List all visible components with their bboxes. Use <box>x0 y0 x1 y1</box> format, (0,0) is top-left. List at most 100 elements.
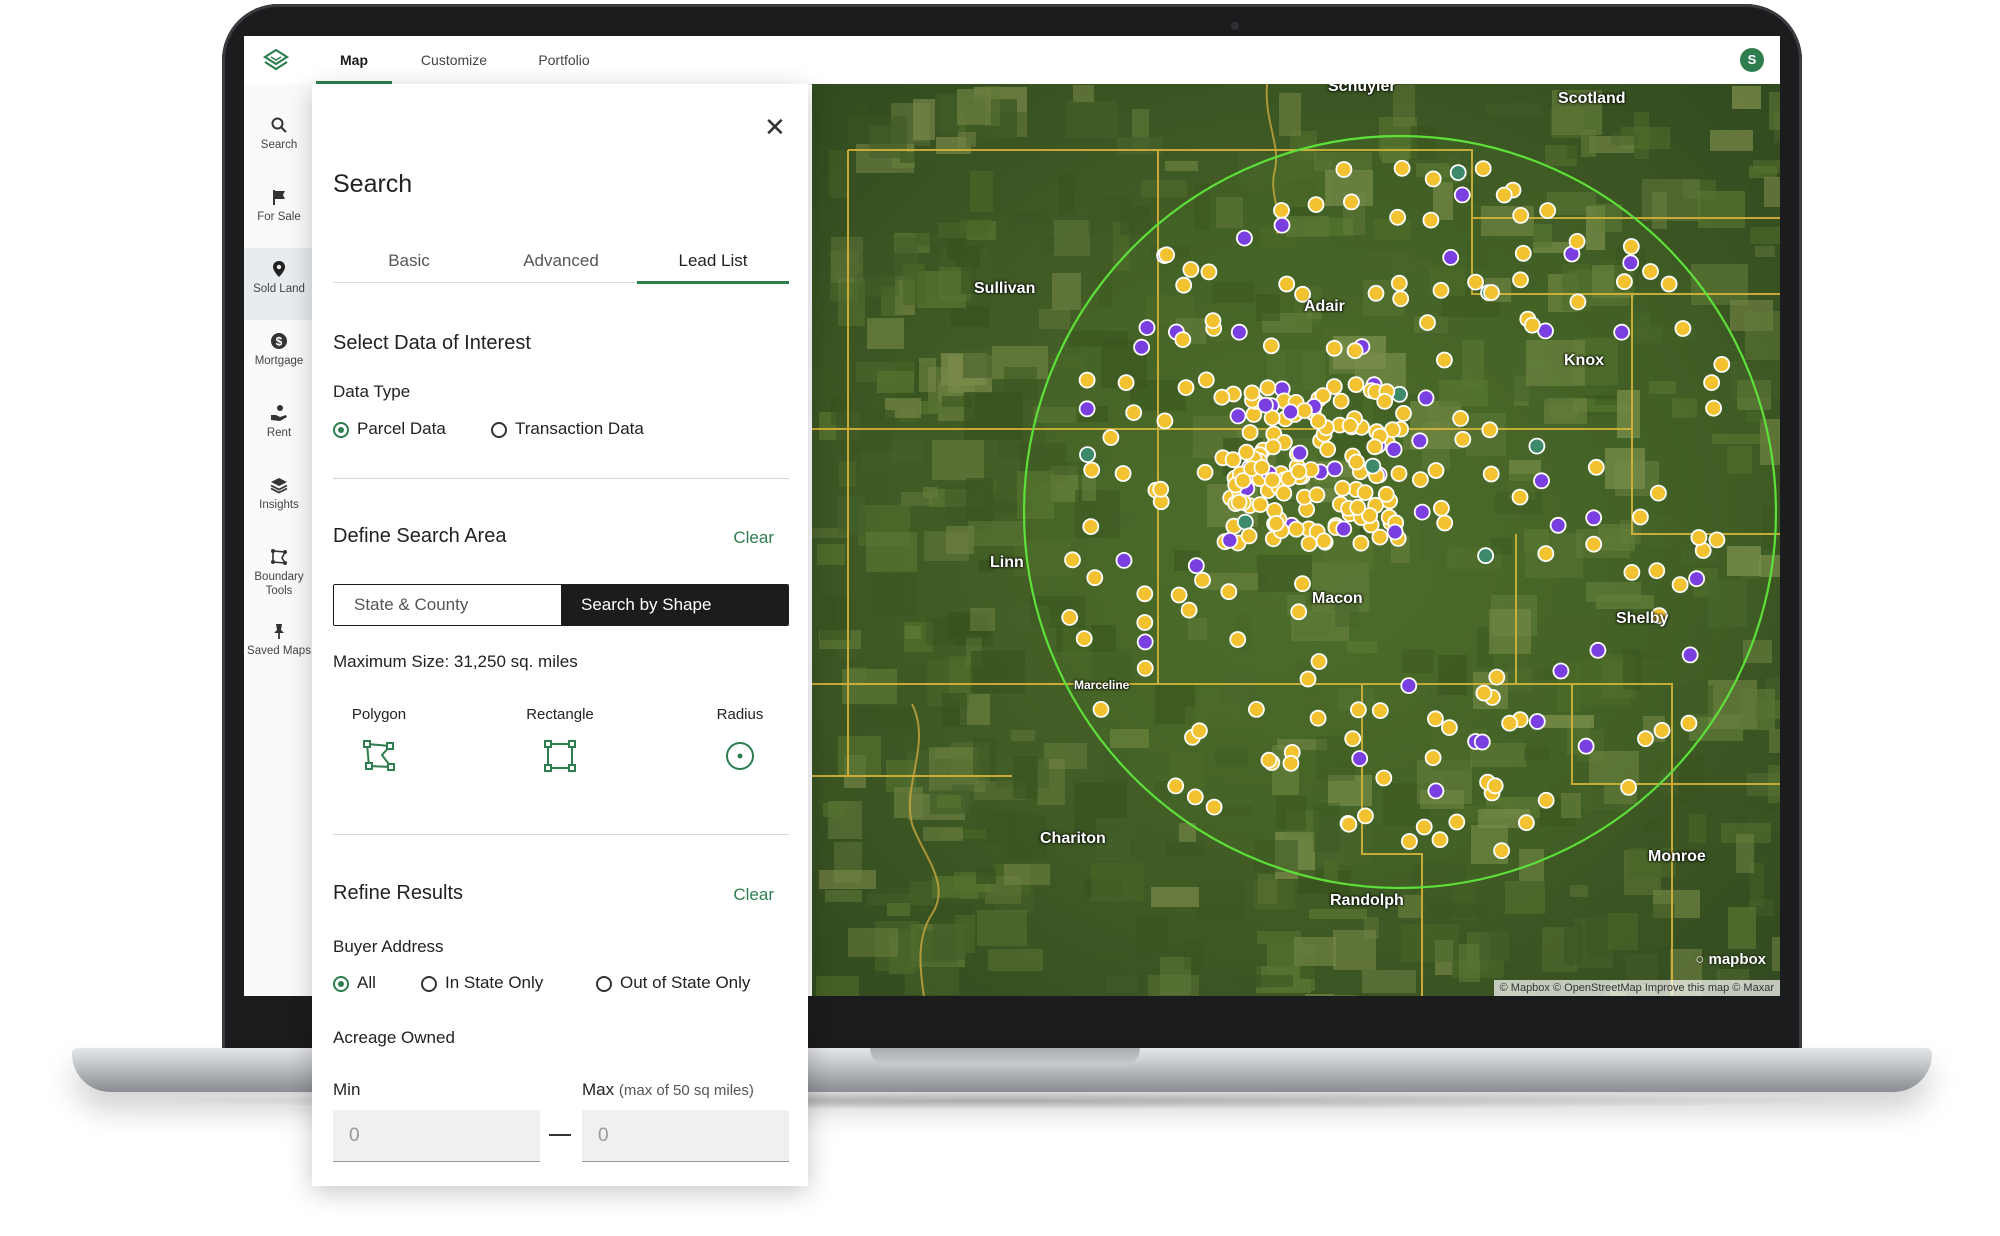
field-patch <box>842 669 897 704</box>
field-patch <box>1066 101 1118 138</box>
map-label-scotland: Scotland <box>1558 90 1626 107</box>
parcel-marker <box>1623 563 1641 581</box>
parcel-marker <box>1240 527 1258 545</box>
parcel-marker <box>1419 314 1436 332</box>
parcel-marker <box>1220 583 1238 601</box>
logo-icon[interactable] <box>262 47 290 75</box>
avatar[interactable]: S <box>1740 48 1764 72</box>
radio-transaction-data[interactable]: Transaction Data <box>491 418 644 442</box>
tab-advanced[interactable]: Advanced <box>485 240 637 282</box>
parcel-marker <box>1086 569 1104 587</box>
field-patch <box>1778 285 1780 312</box>
parcel-marker <box>1117 374 1135 392</box>
field-patch <box>1750 227 1780 244</box>
parcel-marker <box>1256 396 1274 414</box>
radio-in-state-only[interactable]: In State Only <box>421 972 543 996</box>
parcel-marker <box>1412 471 1429 489</box>
parcel-marker <box>1079 446 1096 464</box>
field-patch <box>1486 103 1541 115</box>
map-attribution[interactable]: © Mapbox © OpenStreetMap Improve this ma… <box>1493 980 1780 996</box>
radio-out-of-state-only[interactable]: Out of State Only <box>596 972 750 996</box>
parcel-marker <box>1703 374 1720 392</box>
tab-customize[interactable]: Customize <box>398 36 510 84</box>
field-patch <box>1401 924 1459 962</box>
sidebar-item-sold-land[interactable]: Sold Land <box>244 248 314 320</box>
parcel-marker <box>1309 709 1327 727</box>
radio-dot <box>333 976 349 992</box>
field-patch <box>968 521 1025 546</box>
sidebar-item-boundary-tools[interactable]: Boundary Tools <box>244 536 314 608</box>
field-patch <box>869 126 907 158</box>
field-patch <box>1141 180 1187 197</box>
parcel-marker <box>1511 488 1529 506</box>
parcel-marker <box>1376 392 1394 410</box>
field-patch <box>1689 814 1706 843</box>
search-radius[interactable] <box>1022 134 1778 890</box>
field-patch <box>813 371 859 396</box>
clear-refine-button[interactable]: Clear <box>733 885 774 905</box>
field-patch <box>1698 191 1745 228</box>
boundary-icon <box>271 549 287 565</box>
parcel-marker <box>1175 276 1193 294</box>
radio-all[interactable]: All <box>333 972 376 996</box>
field-patch <box>957 89 991 125</box>
field-patch <box>1749 166 1777 178</box>
sidebar-item-label: For Sale <box>257 211 301 223</box>
map-view[interactable]: Schuyler Scotland Sullivan Adair Knox Li… <box>812 84 1780 996</box>
shape-polygon[interactable]: Polygon <box>319 706 439 773</box>
tab-portfolio[interactable]: Portfolio <box>514 36 614 84</box>
acreage-max-input[interactable]: 0 <box>582 1110 789 1162</box>
mode-search-by-shape[interactable]: Search by Shape <box>561 585 788 625</box>
close-icon[interactable]: ✕ <box>764 114 786 140</box>
pin-icon <box>274 624 284 639</box>
field-patch <box>963 348 992 378</box>
sidebar-item-saved-maps[interactable]: Saved Maps <box>244 610 314 682</box>
field-patch <box>916 228 935 246</box>
satellite-map[interactable] <box>812 84 1780 996</box>
parcel-marker <box>1493 842 1510 860</box>
parcel-marker <box>1335 161 1353 178</box>
parcel-marker <box>1616 273 1633 291</box>
parcel-marker <box>1315 532 1333 550</box>
dollar-icon: $ <box>271 333 287 349</box>
parcel-marker <box>1483 284 1500 301</box>
parcel-marker <box>1346 342 1364 360</box>
field-patch <box>1077 952 1125 974</box>
parcel-marker <box>1264 438 1282 456</box>
min-label: Min <box>333 1080 361 1099</box>
clear-search-area-button[interactable]: Clear <box>733 528 774 548</box>
field-patch <box>1120 206 1151 235</box>
divider <box>333 834 789 835</box>
field-patch <box>1058 174 1075 215</box>
range-separator <box>549 1134 571 1136</box>
field-patch <box>1728 907 1756 949</box>
sidebar-item-rent[interactable]: Rent <box>244 392 314 464</box>
mode-state-county[interactable]: State & County <box>334 585 561 625</box>
field-patch <box>1362 970 1416 993</box>
sidebar-item-insights[interactable]: Insights <box>244 464 314 536</box>
tab-lead-list[interactable]: Lead List <box>637 240 789 284</box>
field-patch <box>1054 220 1090 256</box>
parcel-marker <box>1243 384 1261 402</box>
field-patch <box>1755 246 1775 257</box>
parcel-marker <box>1136 659 1154 677</box>
sidebar-item-for-sale[interactable]: For Sale <box>244 176 314 248</box>
parcel-marker <box>1620 779 1637 796</box>
parcel-marker <box>1158 246 1176 264</box>
sidebar-item-mortgage[interactable]: $ Mortgage <box>244 320 314 392</box>
field-patch <box>1745 311 1780 360</box>
parcel-marker <box>1230 323 1248 341</box>
tab-basic[interactable]: Basic <box>333 240 485 282</box>
parcel-marker <box>1366 438 1384 456</box>
parcel-marker <box>1713 355 1731 373</box>
sidebar-item-search[interactable]: Search <box>244 104 314 176</box>
acreage-min-input[interactable]: 0 <box>333 1110 540 1162</box>
tab-map[interactable]: Map <box>316 36 392 84</box>
parcel-marker <box>1213 388 1231 406</box>
radio-parcel-data[interactable]: Parcel Data <box>333 418 446 442</box>
camera <box>1231 22 1239 30</box>
shape-radius[interactable]: Radius <box>680 706 800 773</box>
mapbox-logo[interactable]: ○ mapbox <box>1695 951 1766 968</box>
shape-rectangle[interactable]: Rectangle <box>500 706 620 773</box>
parcel-marker <box>1061 609 1079 626</box>
